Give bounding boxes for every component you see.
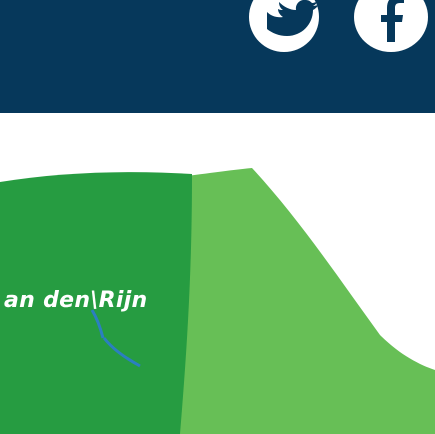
light-green-shape [170,168,435,434]
page: an den\Rijn [0,0,435,434]
twitter-link[interactable] [249,0,319,52]
brand-name: an den\Rijn [4,288,148,313]
twitter-icon [267,0,319,36]
facebook-link[interactable] [354,0,428,52]
facebook-icon [381,0,404,42]
header-bar [0,0,435,113]
